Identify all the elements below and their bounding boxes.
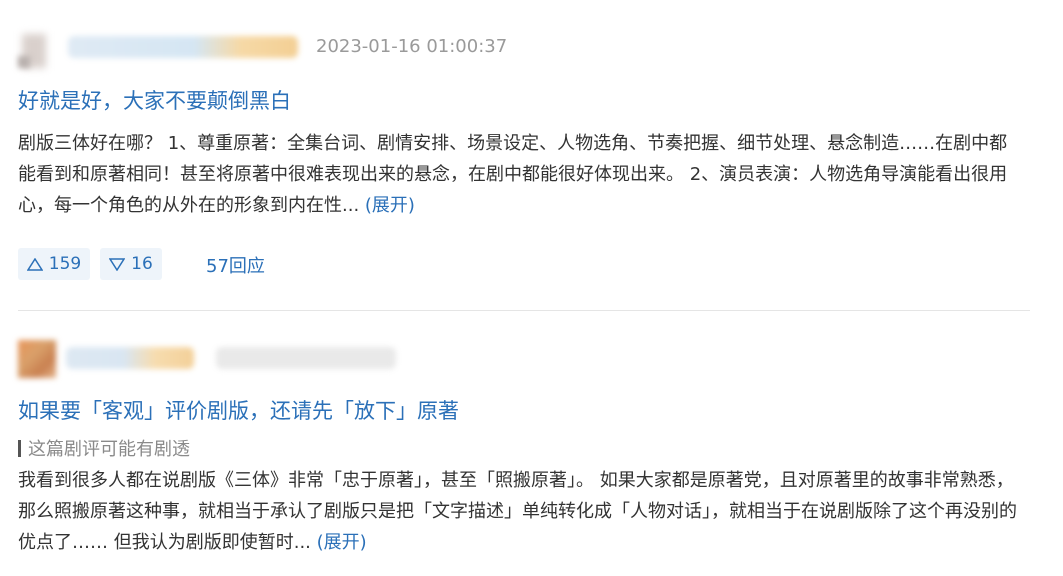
username[interactable] xyxy=(68,36,298,58)
triangle-down-icon xyxy=(109,257,126,271)
review-excerpt: 剧版三体好在哪？ 1、尊重原著：全集台词、剧情安排、场景设定、人物选角、节奏把握… xyxy=(18,128,1018,221)
review-body: 剧版三体好在哪？ 1、尊重原著：全集台词、剧情安排、场景设定、人物选角、节奏把握… xyxy=(18,133,1008,216)
avatar[interactable] xyxy=(18,32,56,70)
triangle-up-icon xyxy=(26,257,43,271)
timestamp-obscured xyxy=(216,347,396,369)
upvote-button[interactable]: 159 xyxy=(18,248,90,280)
spoiler-bar xyxy=(18,440,21,457)
expand-link[interactable]: (展开) xyxy=(317,532,367,553)
spoiler-text: 这篇剧评可能有剧透 xyxy=(28,439,190,460)
review-title[interactable]: 好就是好，大家不要颠倒黑白 xyxy=(18,85,291,115)
expand-link[interactable]: (展开) xyxy=(365,195,415,216)
review-card: 2023-01-16 01:00:37 好就是好，大家不要颠倒黑白 剧版三体好在… xyxy=(18,0,1030,311)
username[interactable] xyxy=(66,347,194,369)
review-body: 我看到很多人都在说剧版《三体》非常「忠于原著」，甚至「照搬原著」。 如果大家都是… xyxy=(18,470,1017,553)
upvote-count: 159 xyxy=(48,254,82,274)
review-title[interactable]: 如果要「客观」评价剧版，还请先「放下」原著 xyxy=(18,395,459,425)
avatar[interactable] xyxy=(18,340,56,378)
replies-link[interactable]: 57回应 xyxy=(206,252,265,278)
downvote-count: 16 xyxy=(131,254,153,274)
downvote-button[interactable]: 16 xyxy=(100,248,162,280)
spoiler-warning: 这篇剧评可能有剧透 xyxy=(18,435,190,461)
review-excerpt: 我看到很多人都在说剧版《三体》非常「忠于原著」，甚至「照搬原著」。 如果大家都是… xyxy=(18,465,1018,558)
review-timestamp: 2023-01-16 01:00:37 xyxy=(316,36,508,57)
